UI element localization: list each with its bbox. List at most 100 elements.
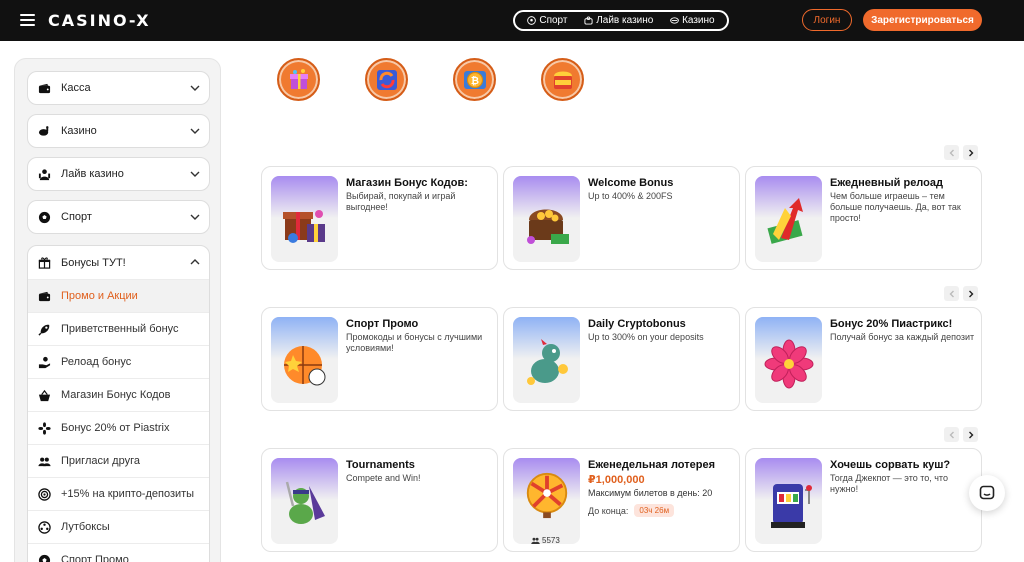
promo-card-title: Daily Cryptobonus [588, 318, 686, 330]
nav-live-casino-label: Лайв казино [596, 15, 654, 26]
category-gift-box[interactable] [277, 58, 320, 101]
chevron-down-icon [190, 128, 200, 134]
promo-card-jackpot[interactable]: Хочешь сорвать куш? Тогда Джекпот — это … [745, 448, 982, 552]
promo-card-title: Спорт Промо [346, 318, 419, 330]
promo-card-title: Еженедельная лотерея [588, 459, 716, 471]
carousel-prev-button[interactable] [944, 427, 959, 442]
promo-card-thumb [755, 317, 822, 403]
lottery-ends-label: До конца: [588, 505, 629, 516]
menu-burger-icon[interactable] [20, 14, 35, 26]
bonus-chest-icon [553, 71, 572, 89]
sidebar-item-lootboxes[interactable]: Лутбоксы [28, 510, 209, 543]
flower-icon [764, 339, 814, 389]
promo-card-desc: Выбирай, покупай и играй выгоднее! [346, 191, 456, 212]
support-chat-button[interactable] [969, 475, 1005, 511]
users-icon [38, 457, 51, 466]
sidebar-item-crypto-deposits[interactable]: +15% на крипто-депозиты [28, 477, 209, 510]
hand-coin-icon [38, 356, 51, 368]
sidebar-group-sport[interactable]: Спорт [27, 200, 210, 234]
promo-card-thumb [271, 176, 338, 262]
category-refresh[interactable] [365, 58, 408, 101]
promo-card-title: Бонус 20% Пиастрикс! [830, 318, 953, 330]
lottery-timer-badge: 03ч 26м [634, 504, 675, 517]
category-bonus-chest[interactable] [541, 58, 584, 101]
top-header: CASINO-X Спорт Лайв казино Казино Логин … [0, 0, 1024, 41]
site-logo[interactable]: CASINO-X [48, 11, 151, 30]
sidebar-item-bonus-code-shop[interactable]: Магазин Бонус Кодов [28, 378, 209, 411]
sidebar-bonus-panel: Бонусы ТУТ! Промо и Акции Приветственный… [27, 245, 210, 562]
sidebar-item-label: Спорт Промо [61, 554, 129, 562]
promo-card-title: Welcome Bonus [588, 177, 674, 189]
promo-card-daily-reload[interactable]: Ежедневный релоад Чем больше играешь – т… [745, 166, 982, 270]
carousel-next-button[interactable] [963, 427, 978, 442]
promo-card-desc: Up to 300% on your deposits [588, 332, 704, 342]
sidebar-item-reload-bonus[interactable]: Релоад бонус [28, 345, 209, 378]
register-button[interactable]: Зарегистрироваться [863, 9, 982, 31]
wheel-icon [526, 472, 568, 519]
promo-card-bonus-code-shop[interactable]: Магазин Бонус Кодов: Выбирай, покупай и … [261, 166, 498, 270]
category-bitcoin[interactable]: ₿ [453, 58, 496, 101]
sidebar-item-promo[interactable]: Промо и Акции [28, 279, 209, 312]
carousel-prev-button[interactable] [944, 145, 959, 160]
promo-card-piastrix-bonus[interactable]: Бонус 20% Пиастрикс! Получай бонус за ка… [745, 307, 982, 411]
promo-card-tournaments[interactable]: Tournaments Compete and Win! [261, 448, 498, 552]
svg-text:₿: ₿ [470, 75, 478, 87]
nav-sport[interactable]: Спорт [527, 15, 567, 26]
sidebar-group-label: Казино [61, 125, 97, 137]
carousel-next-button[interactable] [963, 145, 978, 160]
nav-live-casino[interactable]: Лайв казино [584, 15, 653, 26]
nav-casino-label: Казино [682, 15, 715, 26]
soccer-ball-icon [527, 16, 537, 25]
sidebar-group-cashier[interactable]: Касса [27, 71, 210, 105]
promo-card-title: Хочешь сорвать куш? [830, 459, 951, 471]
live-casino-icon [584, 16, 593, 25]
carousel-next-button[interactable] [963, 286, 978, 301]
sidebar-item-sport-promo[interactable]: Спорт Промо [28, 543, 209, 562]
promo-card-thumb [271, 317, 338, 403]
chevron-left-icon [949, 290, 954, 297]
sidebar: Касса Казино Лайв казино Спорт Бонусы ТУ… [14, 58, 221, 562]
nav-sport-label: Спорт [539, 15, 568, 26]
sidebar-group-live-casino[interactable]: Лайв казино [27, 157, 210, 191]
gift-box-icon [289, 68, 308, 89]
chevron-down-icon [190, 85, 200, 91]
sidebar-group-bonuses[interactable]: Бонусы ТУТ! [28, 246, 209, 279]
carousel-nav-row2 [944, 286, 978, 301]
promo-card-welcome-bonus[interactable]: Welcome Bonus Up to 400% & 200FS [503, 166, 740, 270]
sidebar-group-casino[interactable]: Казино [27, 114, 210, 148]
gift-boxes-icon [283, 210, 325, 243]
sidebar-item-piastrix-bonus[interactable]: Бонус 20% от Piastrix [28, 411, 209, 444]
promo-card-desc: Чем больше играешь – тем больше получаеш… [830, 191, 961, 223]
sidebar-item-invite-friend[interactable]: Пригласи друга [28, 444, 209, 477]
promo-card-thumb [755, 458, 822, 544]
bitcoin-icon: ₿ [463, 70, 486, 89]
sidebar-item-label: Бонус 20% от Piastrix [61, 422, 170, 434]
promo-card-thumb [513, 317, 580, 403]
sidebar-item-label: Магазин Бонус Кодов [61, 389, 171, 401]
sidebar-group-label: Спорт [61, 211, 92, 223]
promo-card-desc: Получай бонус за каждый депозит [830, 332, 975, 342]
promo-card-thumb [513, 176, 580, 262]
promo-card-weekly-lottery[interactable]: 5573 Еженедельная лотерея ₽1,000,000 Мак… [503, 448, 740, 552]
promo-card-desc: Промокоды и бонусы с лучшими условиями! [346, 332, 483, 353]
promo-card-sport-promo[interactable]: Спорт Промо Промокоды и бонусы с лучшими… [261, 307, 498, 411]
promo-card-thumb [271, 458, 338, 544]
sidebar-group-label: Касса [61, 82, 91, 94]
basket-icon [38, 389, 51, 401]
promo-card-desc: Compete and Win! [346, 473, 421, 483]
promo-card-desc: Тогда Джекпот — это то, что нужно! [830, 473, 948, 494]
nav-casino[interactable]: Казино [670, 15, 715, 26]
sidebar-item-label: Пригласи друга [61, 455, 140, 467]
chevron-left-icon [949, 149, 954, 156]
wallet-icon [38, 291, 51, 301]
promo-card-title: Tournaments [346, 459, 415, 471]
lottery-tickets-value: 20 [702, 488, 713, 498]
money-arrow-icon [767, 198, 803, 244]
sidebar-item-welcome-bonus[interactable]: Приветственный бонус [28, 312, 209, 345]
promo-card-daily-cryptobonus[interactable]: Daily Cryptobonus Up to 300% on your dep… [503, 307, 740, 411]
treasure-chest-icon [527, 209, 569, 244]
login-button[interactable]: Логин [802, 9, 852, 31]
users-icon [531, 537, 540, 544]
carousel-prev-button[interactable] [944, 286, 959, 301]
refresh-icon [376, 69, 397, 90]
